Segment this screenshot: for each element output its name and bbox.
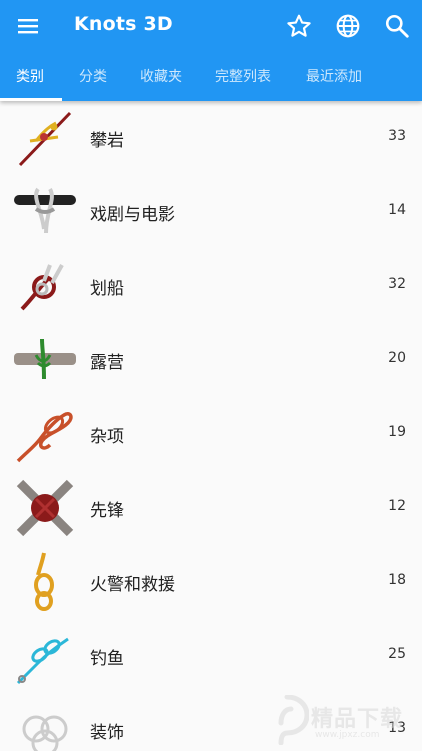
- tab-recently-added[interactable]: 最近添加: [306, 66, 362, 86]
- category-count: 25: [388, 646, 406, 662]
- list-item[interactable]: 划船 32: [0, 249, 422, 323]
- misc-knot-icon: [14, 403, 76, 465]
- category-count: 14: [388, 202, 406, 218]
- app-bar: Knots 3D 类别 分类 收藏夹 完整列表 最近添加: [0, 0, 422, 101]
- category-count: 20: [388, 350, 406, 366]
- menu-icon[interactable]: [12, 10, 44, 42]
- decorative-knot-icon: [14, 699, 76, 751]
- list-item[interactable]: 戏剧与电影 14: [0, 175, 422, 249]
- category-list: 攀岩 33 戏剧与电影 14 划船 32 露营 20 杂项 19 先锋 12 火…: [0, 101, 422, 751]
- tab-bar: 类别 分类 收藏夹 完整列表 最近添加: [0, 56, 422, 101]
- boating-knot-icon: [14, 255, 76, 317]
- category-count: 12: [388, 498, 406, 514]
- fire-rescue-knot-icon: [14, 551, 76, 613]
- tab-categories[interactable]: 类别: [16, 66, 44, 86]
- fishing-knot-icon: [14, 625, 76, 687]
- list-item[interactable]: 火警和救援 18: [0, 545, 422, 619]
- category-label: 先锋: [90, 501, 124, 521]
- watermark-text: 精品下载: [311, 707, 404, 732]
- tab-types[interactable]: 分类: [79, 66, 107, 86]
- globe-icon[interactable]: [332, 10, 364, 42]
- camping-knot-icon: [14, 329, 76, 391]
- list-item[interactable]: 攀岩 33: [0, 101, 422, 175]
- watermark-logo-icon: [278, 695, 309, 745]
- category-count: 33: [388, 128, 406, 144]
- climbing-knot-icon: [14, 107, 76, 169]
- category-label: 钓鱼: [90, 649, 124, 669]
- category-label: 攀岩: [90, 131, 124, 151]
- star-outline-icon[interactable]: [283, 10, 315, 42]
- category-label: 露营: [90, 353, 124, 373]
- tab-full-list[interactable]: 完整列表: [215, 66, 271, 86]
- toolbar: Knots 3D: [0, 0, 422, 52]
- category-count: 18: [388, 572, 406, 588]
- list-item[interactable]: 露营 20: [0, 323, 422, 397]
- tab-indicator: [0, 98, 62, 101]
- watermark-url: www.jpxz.com: [315, 730, 380, 740]
- watermark: 精品下载 www.jpxz.com: [265, 693, 415, 748]
- category-label: 火警和救援: [90, 575, 175, 595]
- category-count: 19: [388, 424, 406, 440]
- tab-favorites[interactable]: 收藏夹: [140, 66, 182, 86]
- category-label: 装饰: [90, 723, 124, 743]
- list-item[interactable]: 钓鱼 25: [0, 619, 422, 693]
- list-item[interactable]: 杂项 19: [0, 397, 422, 471]
- list-item[interactable]: 先锋 12: [0, 471, 422, 545]
- pioneering-knot-icon: [14, 477, 76, 539]
- app-title: Knots 3D: [74, 13, 173, 35]
- category-count: 32: [388, 276, 406, 292]
- category-label: 戏剧与电影: [90, 205, 175, 225]
- search-icon[interactable]: [381, 10, 413, 42]
- category-label: 杂项: [90, 427, 124, 447]
- category-label: 划船: [90, 279, 124, 299]
- theater-knot-icon: [14, 181, 76, 243]
